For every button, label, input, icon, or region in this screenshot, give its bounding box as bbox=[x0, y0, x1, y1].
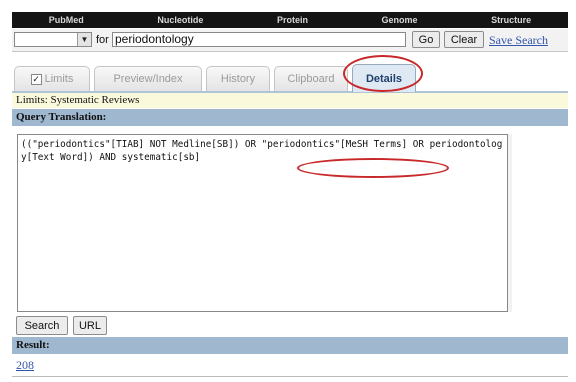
tab-history[interactable]: History bbox=[206, 66, 270, 91]
for-label: for bbox=[96, 34, 109, 46]
search-bar: ▼ for periodontology Go Clear Save Searc… bbox=[12, 29, 568, 52]
query-translation-header: Query Translation: bbox=[12, 109, 568, 126]
database-nav-bar: PubMed Nucleotide Protein Genome Structu… bbox=[12, 12, 568, 28]
go-button[interactable]: Go bbox=[412, 31, 440, 48]
nav-nucleotide[interactable]: Nucleotide bbox=[157, 15, 203, 25]
clear-button[interactable]: Clear bbox=[444, 31, 484, 48]
textarea-edge bbox=[508, 134, 512, 312]
database-select[interactable]: ▼ bbox=[14, 32, 92, 47]
search-button[interactable]: Search bbox=[16, 316, 68, 335]
nav-pubmed[interactable]: PubMed bbox=[49, 15, 84, 25]
pubmed-details-window: PubMed Nucleotide Protein Genome Structu… bbox=[12, 12, 568, 380]
save-search-link[interactable]: Save Search bbox=[489, 33, 548, 48]
divider bbox=[12, 376, 568, 377]
tab-limits-label: Limits bbox=[44, 73, 74, 85]
systematic-filter-highlight-circle bbox=[297, 158, 449, 178]
nav-structure[interactable]: Structure bbox=[491, 15, 531, 25]
query-translation-textarea[interactable]: (("periodontics"[TIAB] NOT Medline[SB]) … bbox=[17, 134, 508, 312]
tab-preview-index[interactable]: Preview/Index bbox=[94, 66, 202, 91]
result-header: Result: bbox=[12, 337, 568, 354]
chevron-down-icon[interactable]: ▼ bbox=[77, 33, 91, 46]
nav-protein[interactable]: Protein bbox=[277, 15, 308, 25]
tab-clipboard[interactable]: Clipboard bbox=[274, 66, 348, 91]
details-highlight-circle bbox=[343, 55, 423, 92]
search-input[interactable]: periodontology bbox=[112, 32, 406, 47]
tab-bar: ✓ Limits Preview/Index History Clipboard… bbox=[12, 52, 568, 93]
result-count-link[interactable]: 208 bbox=[16, 358, 34, 373]
nav-genome[interactable]: Genome bbox=[382, 15, 418, 25]
checkbox-checked-icon[interactable]: ✓ bbox=[30, 73, 42, 85]
url-button[interactable]: URL bbox=[73, 316, 107, 335]
tab-limits[interactable]: ✓ Limits bbox=[14, 66, 90, 91]
limits-info-bar: Limits: Systematic Reviews bbox=[12, 93, 568, 108]
